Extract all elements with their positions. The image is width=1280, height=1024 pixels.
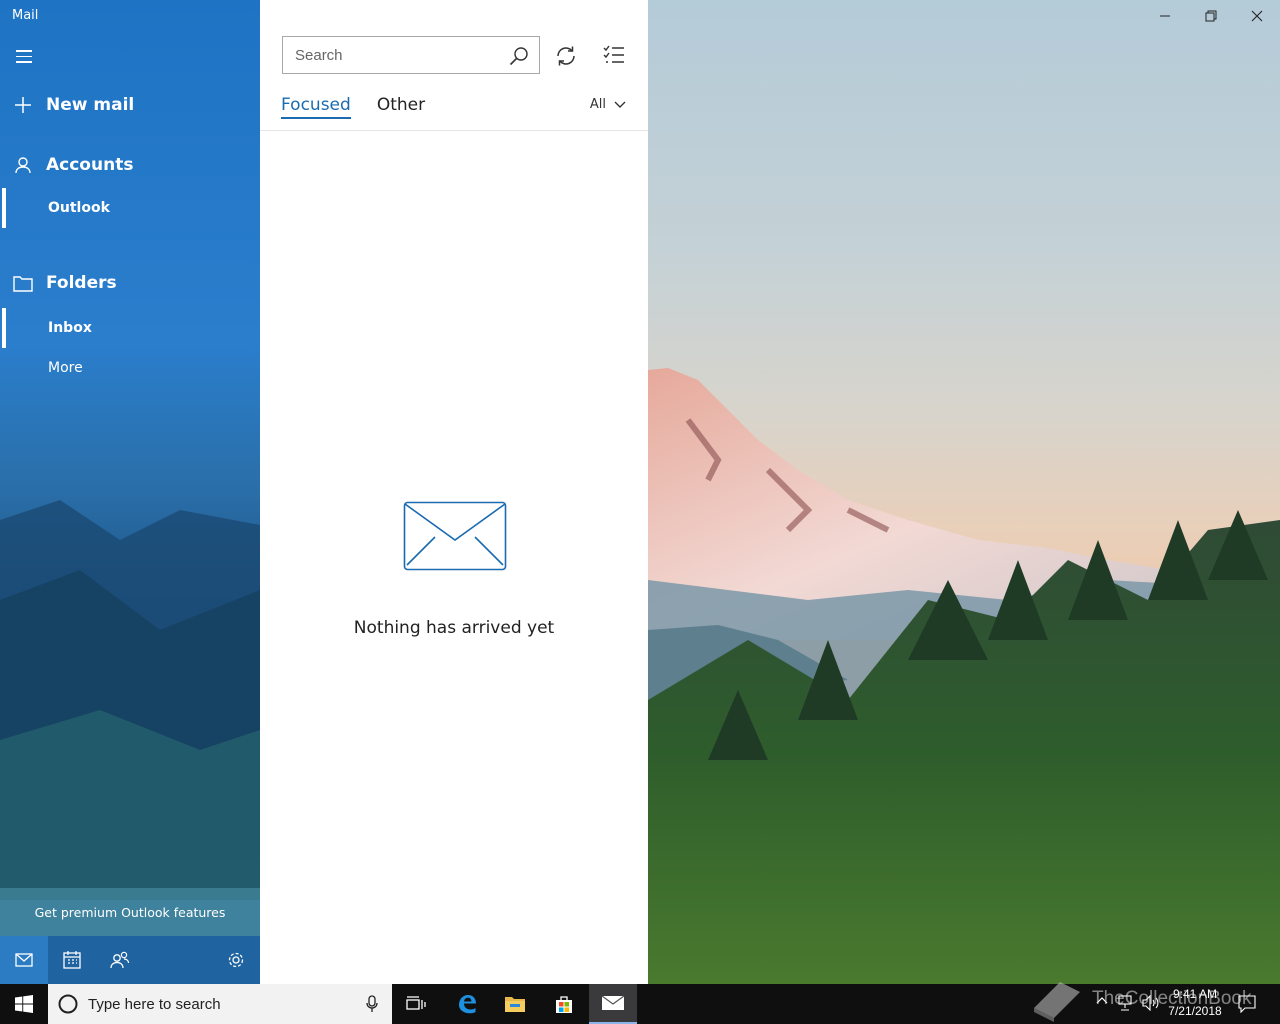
show-hidden-icons-icon[interactable] xyxy=(1096,996,1108,1004)
hamburger-menu-button[interactable] xyxy=(14,46,34,64)
mountain-landscape-image xyxy=(648,368,1280,984)
filter-dropdown[interactable]: All xyxy=(590,97,626,112)
action-center-icon[interactable] xyxy=(1238,995,1256,1013)
folder-label: Inbox xyxy=(48,320,92,336)
switch-to-people-button[interactable] xyxy=(96,936,144,984)
task-view-icon xyxy=(406,996,426,1010)
app-title: Mail xyxy=(12,8,39,23)
sidebar-background-image xyxy=(0,500,260,900)
store-button[interactable] xyxy=(540,984,588,1024)
edge-browser-button[interactable] xyxy=(443,984,491,1024)
folders-label: Folders xyxy=(46,273,117,293)
tab-other[interactable]: Other xyxy=(377,95,425,119)
sync-icon xyxy=(557,46,575,66)
account-item-outlook[interactable]: Outlook xyxy=(0,188,260,228)
watermark-book-logo xyxy=(1034,982,1080,1022)
chevron-down-icon xyxy=(614,101,626,108)
search-icon[interactable] xyxy=(509,46,529,66)
settings-button[interactable] xyxy=(212,936,260,984)
file-explorer-button[interactable] xyxy=(491,984,539,1024)
reading-pane-background xyxy=(648,0,1280,984)
folder-icon xyxy=(505,997,525,1012)
plus-icon xyxy=(15,97,31,113)
store-icon xyxy=(556,996,572,1013)
empty-state-message: Nothing has arrived yet xyxy=(353,618,555,638)
selection-mode-button[interactable] xyxy=(603,44,627,68)
mail-icon xyxy=(15,953,33,967)
close-button[interactable] xyxy=(1234,0,1280,32)
minimize-icon xyxy=(1160,15,1170,17)
taskbar-search-placeholder: Type here to search xyxy=(88,995,221,1013)
system-clock[interactable]: 9:41 AM 7/21/2018 xyxy=(1162,986,1228,1020)
selected-indicator xyxy=(2,188,6,228)
folder-label: More xyxy=(48,360,83,376)
start-button[interactable] xyxy=(0,984,48,1024)
calendar-icon xyxy=(63,951,81,969)
clock-date: 7/21/2018 xyxy=(1168,1004,1222,1018)
edge-icon xyxy=(459,995,476,1014)
search-input[interactable] xyxy=(293,45,497,65)
mail-icon xyxy=(601,995,625,1010)
sync-button[interactable] xyxy=(554,44,578,68)
volume-icon[interactable] xyxy=(1142,995,1160,1011)
people-icon xyxy=(110,951,130,969)
restore-icon xyxy=(1205,10,1217,22)
close-icon xyxy=(1251,10,1263,22)
navigation-pane: Mail New mail Accounts Outlook Folders I… xyxy=(0,0,260,984)
person-icon xyxy=(15,157,31,174)
windows-logo-icon xyxy=(15,995,33,1013)
network-icon[interactable] xyxy=(1118,995,1136,1011)
account-label: Outlook xyxy=(48,200,110,216)
folder-icon xyxy=(13,275,33,292)
switch-to-calendar-button[interactable] xyxy=(48,936,96,984)
task-view-button[interactable] xyxy=(392,984,440,1024)
divider xyxy=(260,130,648,131)
pivot-tabs: Focused Other xyxy=(281,95,425,119)
cortana-icon xyxy=(58,994,78,1014)
taskbar: Type here to search 9:41 AM 7/21/2018 xyxy=(0,984,1280,1024)
mail-app-taskbar-button[interactable] xyxy=(589,984,637,1024)
switch-to-mail-button[interactable] xyxy=(0,936,48,984)
new-mail-button[interactable]: New mail xyxy=(0,88,260,122)
folders-button[interactable]: Folders xyxy=(0,266,260,300)
search-box[interactable] xyxy=(282,36,540,74)
premium-features-link[interactable]: Get premium Outlook features xyxy=(0,888,260,936)
selected-indicator xyxy=(2,308,6,348)
folder-item-more[interactable]: More xyxy=(0,348,260,388)
tab-focused[interactable]: Focused xyxy=(281,95,351,119)
new-mail-label: New mail xyxy=(46,95,135,115)
filter-label: All xyxy=(589,97,606,112)
accounts-button[interactable]: Accounts xyxy=(0,148,260,182)
accounts-label: Accounts xyxy=(46,155,134,175)
app-switcher-bar xyxy=(0,936,260,984)
microphone-icon[interactable] xyxy=(366,995,378,1013)
checklist-icon xyxy=(603,45,624,63)
restore-button[interactable] xyxy=(1188,0,1234,32)
settings-icon xyxy=(228,952,244,968)
folder-item-inbox[interactable]: Inbox xyxy=(0,308,260,348)
message-list-pane: Focused Other All Nothing has arrived ye… xyxy=(260,0,648,984)
minimize-button[interactable] xyxy=(1142,0,1188,32)
taskbar-search-box[interactable]: Type here to search xyxy=(48,984,392,1024)
envelope-icon xyxy=(403,501,507,571)
clock-time: 9:41 AM xyxy=(1172,987,1218,1001)
